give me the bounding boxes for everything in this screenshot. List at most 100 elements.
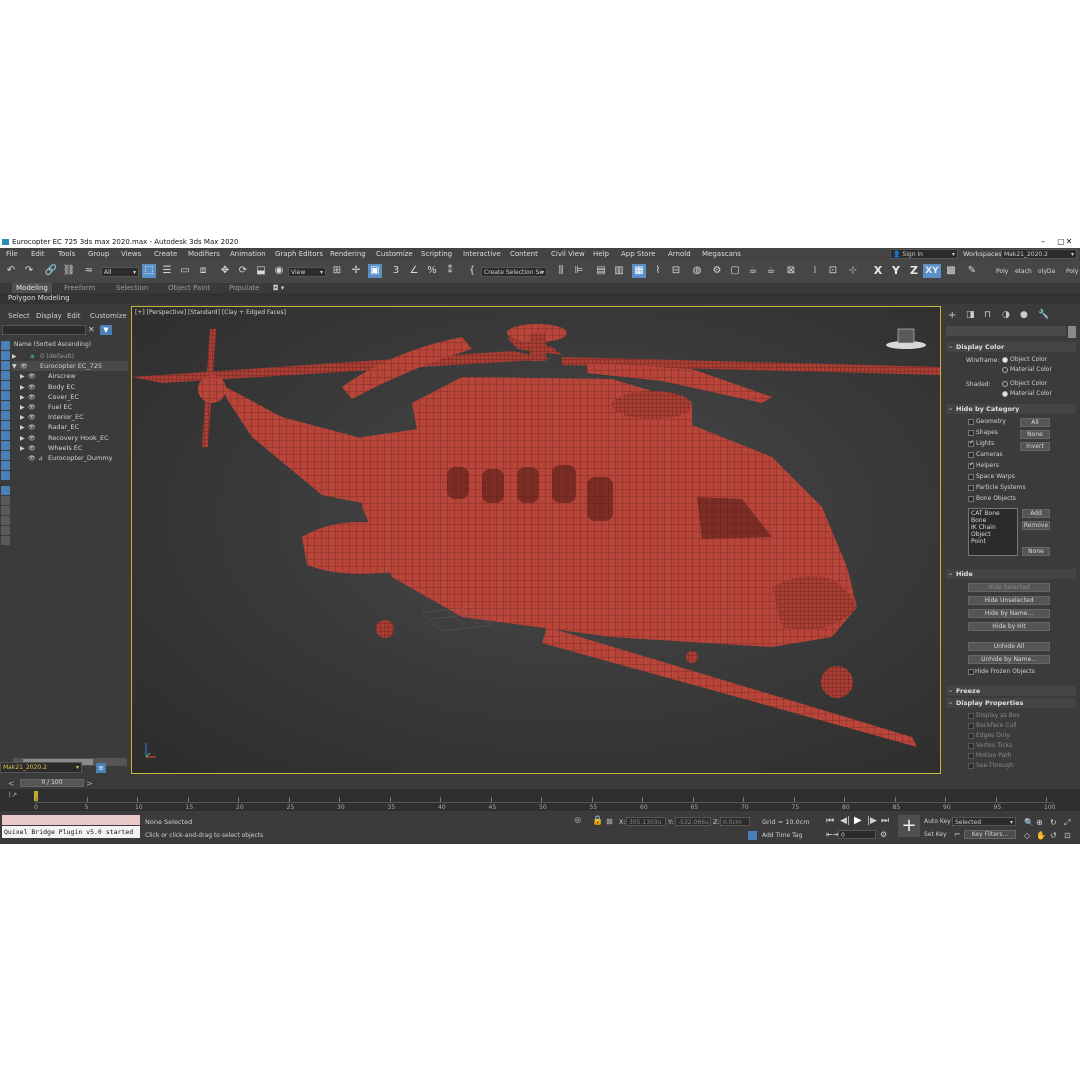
menu-arnold[interactable]: Arnold: [668, 248, 691, 260]
menu-help[interactable]: Help: [593, 248, 609, 260]
category-checkbox[interactable]: [968, 474, 974, 480]
angle-snap-icon[interactable]: ∠: [407, 264, 421, 278]
geometry-filter-icon[interactable]: [1, 341, 10, 350]
workspace-dropdown[interactable]: Mak21_2020.2 ▾: [1001, 249, 1077, 259]
toggle-scene-explorer-icon[interactable]: ▤: [594, 264, 608, 278]
select-by-name-icon[interactable]: ☰: [160, 264, 174, 278]
filter-icon[interactable]: ▼: [100, 325, 112, 335]
zoom-all-icon[interactable]: ⊕: [1036, 818, 1043, 827]
pivot-center-icon[interactable]: ⊞: [330, 264, 344, 278]
category-list-item[interactable]: CAT Bone: [971, 510, 1015, 517]
category-checkbox[interactable]: [968, 430, 974, 436]
schematic-view-icon[interactable]: ⊟: [669, 264, 683, 278]
clear-search-icon[interactable]: ✕: [88, 325, 95, 334]
category-remove-button[interactable]: Remove: [1022, 521, 1050, 530]
category-checkbox[interactable]: [968, 485, 974, 491]
redo-icon[interactable]: ↷: [22, 264, 36, 278]
groups-filter-icon[interactable]: [1, 401, 10, 410]
render-in-cloud-icon[interactable]: ⊠: [784, 264, 798, 278]
close-button[interactable]: ✕: [1060, 236, 1078, 248]
polygon-modeling-label[interactable]: Polygon Modeling: [8, 293, 70, 304]
menu-tools[interactable]: Tools: [58, 248, 75, 260]
display-property-checkbox[interactable]: [968, 753, 974, 759]
menu-graph-editors[interactable]: Graph Editors: [275, 248, 323, 260]
edit-named-selection-icon[interactable]: {: [465, 264, 479, 278]
menu-app-store[interactable]: App Store: [621, 248, 655, 260]
explorer-menu-select[interactable]: Select: [8, 312, 30, 320]
menu-create[interactable]: Create: [154, 248, 177, 260]
unhide-all-button[interactable]: Unhide All: [968, 642, 1050, 651]
unlink-icon[interactable]: ⛓: [62, 264, 76, 278]
menu-scripting[interactable]: Scripting: [421, 248, 452, 260]
open-mini-curve-editor-icon[interactable]: ⌇↗: [8, 791, 17, 799]
category-none-button[interactable]: None: [1022, 547, 1050, 556]
go-to-end-icon[interactable]: ⏭: [881, 816, 889, 826]
unhide-by-name-button[interactable]: Unhide by Name...: [968, 655, 1050, 664]
category-checkbox[interactable]: [968, 419, 974, 425]
menu-rendering[interactable]: Rendering: [330, 248, 366, 260]
view-cube[interactable]: [886, 328, 926, 349]
display-property-checkbox[interactable]: [968, 743, 974, 749]
previous-frame-icon[interactable]: ◀|: [840, 816, 850, 826]
invert-filter-icon[interactable]: [1, 486, 10, 495]
containers-filter-icon[interactable]: [1, 431, 10, 440]
explorer-menu-edit[interactable]: Edit: [67, 312, 81, 320]
axis-x-button[interactable]: X: [871, 264, 885, 278]
brush-icon[interactable]: ✎: [965, 264, 979, 278]
go-to-start-icon[interactable]: ⏮: [826, 816, 834, 826]
explorer-menu-customize[interactable]: Customize: [90, 312, 127, 320]
maxscript-listener-input[interactable]: [2, 815, 140, 825]
display-children-icon[interactable]: [1, 496, 10, 505]
hierarchy-tab-icon[interactable]: ⊓: [984, 310, 991, 320]
play-icon[interactable]: ▶: [854, 815, 862, 826]
helpers-filter-icon[interactable]: [1, 381, 10, 390]
display-property-checkbox[interactable]: [968, 713, 974, 719]
hide-category-none-button[interactable]: None: [1020, 430, 1050, 439]
freeze-rollout[interactable]: Freeze: [946, 686, 1076, 696]
menu-views[interactable]: Views: [121, 248, 141, 260]
keyboard-shortcut-override-icon[interactable]: ▣: [368, 264, 382, 278]
column-header-name[interactable]: Name (Sorted Ascending): [14, 341, 91, 348]
time-slider-left-icon[interactable]: <: [8, 779, 15, 788]
category-checkbox[interactable]: ✓: [968, 439, 974, 447]
category-list-box[interactable]: CAT Bone Bone IK Chain Object Point: [968, 508, 1018, 556]
wireframe-object-color-radio[interactable]: [1002, 357, 1008, 363]
hide-by-hit-button[interactable]: Hide by Hit: [968, 622, 1050, 631]
time-tag-icon[interactable]: [748, 831, 757, 840]
key-filters-button[interactable]: Key Filters...: [964, 830, 1016, 839]
hide-by-name-button[interactable]: Hide by Name...: [968, 609, 1050, 618]
grid-icon[interactable]: ⁞: [808, 264, 822, 278]
detach-label[interactable]: etach: [1015, 268, 1032, 275]
funnel-icon[interactable]: [1, 526, 10, 535]
min-max-icon[interactable]: ⊡: [1064, 831, 1071, 840]
undo-icon[interactable]: ↶: [4, 264, 18, 278]
hide-category-invert-button[interactable]: Invert: [1020, 442, 1050, 451]
menu-animation[interactable]: Animation: [230, 248, 266, 260]
walk-icon[interactable]: ↺: [1050, 831, 1057, 840]
z-coord-field[interactable]: 0.0cm: [720, 817, 750, 826]
spinner-snap-icon[interactable]: ⁑: [443, 264, 457, 278]
track-bar[interactable]: ⌇↗ 0 5 10 15 20 25 30 35 40 45 50 55 60 65 70 75 80 85 90 9…: [0, 789, 1080, 811]
hide-by-category-rollout[interactable]: Hide by Category: [946, 404, 1076, 414]
menu-megascans[interactable]: Megascans: [702, 248, 741, 260]
menu-interactive[interactable]: Interactive: [463, 248, 501, 260]
align-grid-icon[interactable]: ⊡: [826, 264, 840, 278]
select-manipulate-icon[interactable]: ✛: [349, 264, 363, 278]
hide-frozen-checkbox[interactable]: [968, 669, 974, 675]
y-coord-field[interactable]: -532.066u: [675, 817, 711, 826]
sign-in-dropdown[interactable]: 👤 Sign In ▾: [890, 249, 958, 259]
modify-tab-icon[interactable]: ◨: [966, 310, 975, 320]
current-frame-field[interactable]: 0: [838, 830, 876, 839]
set-key-label[interactable]: Set Key: [924, 831, 947, 838]
display-property-checkbox[interactable]: [968, 723, 974, 729]
maxscript-output[interactable]: Quixel Bridge Plugin v5.0 started: [2, 826, 140, 838]
snap-grid-icon[interactable]: ⊹: [846, 264, 860, 278]
x-coord-field[interactable]: 305.1303u: [626, 817, 666, 826]
link-explorer-icon[interactable]: [1, 516, 10, 525]
isolate-selection-icon[interactable]: ⊗: [574, 816, 582, 826]
poly-label[interactable]: Poly: [996, 268, 1008, 275]
menu-edit[interactable]: Edit: [31, 248, 45, 260]
display-tab-icon[interactable]: ●: [1020, 310, 1028, 320]
time-configuration-icon[interactable]: ⚙: [880, 830, 887, 839]
display-properties-rollout[interactable]: Display Properties: [946, 698, 1076, 708]
